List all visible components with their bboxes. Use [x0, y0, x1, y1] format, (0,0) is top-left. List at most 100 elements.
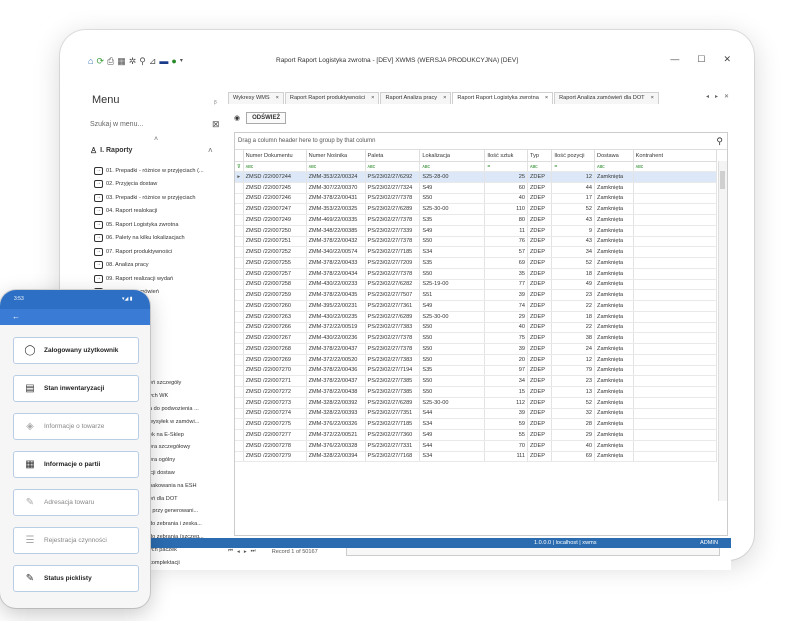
clear-search-icon[interactable]: ⊠: [212, 119, 220, 130]
menu-item[interactable]: → 01. Prepadki - różnice w przyjęciach (.…: [94, 164, 224, 178]
scroll-left-icon[interactable]: ◂: [706, 93, 709, 100]
table-row[interactable]: ZMSD /22/007259 ZMM-378/22/00435 PS/23/02/…: [235, 289, 718, 301]
column-header[interactable]: Lokalizacja: [419, 150, 486, 162]
column-header[interactable]: Ilość pozycji: [551, 150, 596, 162]
table-row[interactable]: ZMSD /22/007279 ZMM-328/22/00394 PS/23/02/…: [235, 451, 718, 463]
settings-icon[interactable]: ✲: [129, 56, 137, 66]
filter-cell[interactable]: =: [484, 161, 528, 172]
menu-item[interactable]: → 07. Raport produktywności: [94, 245, 224, 259]
tab[interactable]: Raport Raport produktywności ×: [284, 92, 380, 104]
table-row[interactable]: ZMSD /22/007245 ZMM-307/22/00370 PS/23/02/…: [235, 182, 718, 194]
table-row[interactable]: ZMSD /22/007250 ZMM-348/22/00385 PS/23/02/…: [235, 225, 718, 237]
table-row[interactable]: ZMSD /22/007272 ZMM-378/22/00438 PS/23/02/…: [235, 386, 718, 398]
table-row[interactable]: ZMSD /22/007274 ZMM-328/22/00393 PS/23/02/…: [235, 408, 718, 420]
chart-icon[interactable]: ⊿: [149, 56, 157, 66]
refresh-button[interactable]: ODŚWIEŻ: [246, 112, 287, 124]
filter-cell[interactable]: ᴀʙᴄ: [527, 161, 553, 172]
table-row[interactable]: ZMSD /22/007277 ZMM-372/22/00521 PS/23/02/…: [235, 429, 718, 441]
menu-item[interactable]: ych WK: [149, 390, 229, 403]
grid-icon[interactable]: ▦: [117, 56, 126, 66]
last-page-icon[interactable]: ⏭: [251, 548, 256, 555]
close-tab-icon[interactable]: ×: [443, 95, 446, 102]
menu-item[interactable]: era szczegółowy: [149, 441, 229, 454]
phone-menu-button[interactable]: ✎ Adresacja towaru: [13, 489, 139, 516]
menu-item[interactable]: eń szczegóły: [149, 377, 229, 390]
search-icon[interactable]: ⚲: [139, 56, 146, 66]
scroll-right-icon[interactable]: ▸: [715, 93, 718, 100]
table-row[interactable]: ZMSD /22/007270 ZMM-378/22/00436 PS/23/02/…: [235, 365, 718, 377]
chevron-up-icon[interactable]: ˄: [154, 136, 158, 143]
menu-item[interactable]: era ogólny: [149, 454, 229, 467]
flag-icon[interactable]: ▬: [159, 56, 168, 66]
column-header[interactable]: Numer Nośnika: [306, 150, 366, 162]
menu-search-input[interactable]: Szukaj w menu...: [90, 121, 143, 128]
chevron-down-icon[interactable]: ▾: [180, 57, 183, 66]
column-header[interactable]: Numer Dokumentu: [243, 150, 307, 162]
table-row[interactable]: ZMSD /22/007258 ZMM-430/22/00233 PS/23/02/…: [235, 279, 718, 291]
phone-menu-button[interactable]: ◈ Informacje o towarze: [13, 413, 139, 440]
phone-menu-button[interactable]: ✎ Status picklisty: [13, 565, 139, 592]
home-icon[interactable]: ⌂: [88, 56, 93, 66]
column-header[interactable]: Ilość sztuk: [484, 150, 528, 162]
column-header[interactable]: Kontrahent: [633, 150, 718, 162]
close-button[interactable]: ✕: [723, 54, 731, 65]
close-tab-icon[interactable]: ×: [276, 95, 279, 102]
prev-page-icon[interactable]: ◂: [237, 549, 240, 555]
horizontal-scrollbar[interactable]: [346, 547, 720, 556]
menu-item[interactable]: → 06. Palety na kilku lokalizacjach: [94, 232, 224, 246]
table-row[interactable]: ZMSD /22/007268 ZMM-378/22/00437 PS/23/02/…: [235, 343, 718, 355]
find-icon[interactable]: ⚲: [716, 133, 723, 149]
menu-item[interactable]: do zebrania i zeska...: [149, 518, 229, 531]
menu-item[interactable]: a do podwozienia ...: [149, 403, 229, 416]
table-row[interactable]: ZMSD /22/007263 ZMM-430/22/00235 PS/23/02/…: [235, 311, 718, 323]
next-page-icon[interactable]: ▸: [244, 549, 247, 555]
column-header[interactable]: Dostawa: [594, 150, 634, 162]
filter-cell[interactable]: =: [551, 161, 596, 172]
filter-cell[interactable]: ᴀʙᴄ: [365, 161, 421, 172]
menu-item[interactable]: eń dla DOT: [149, 492, 229, 505]
play-icon[interactable]: ●: [171, 56, 176, 66]
group-panel[interactable]: Drag a column header here to group by th…: [235, 133, 727, 150]
table-row[interactable]: ZMSD /22/007271 ZMM-378/22/00437 PS/23/02/…: [235, 375, 718, 387]
table-row[interactable]: ZMSD /22/007269 ZMM-372/22/00520 PS/23/02/…: [235, 354, 718, 366]
table-row[interactable]: ZMSD /22/007266 ZMM-372/22/00519 PS/23/02/…: [235, 322, 718, 334]
filter-cell[interactable]: ᴀʙᴄ: [633, 161, 718, 172]
close-tab-icon[interactable]: ✕: [724, 93, 729, 100]
menu-item[interactable]: → 05. Raport Logistyka zwrotna: [94, 218, 224, 232]
tab[interactable]: Raport Raport Logistyka zwrotna ×: [452, 92, 554, 104]
close-tab-icon[interactable]: ×: [545, 95, 548, 102]
menu-item[interactable]: ań raportów: [149, 569, 229, 570]
back-arrow-icon[interactable]: ←: [12, 312, 20, 321]
print-icon[interactable]: ⎙: [107, 56, 114, 66]
table-row[interactable]: ZMSD /22/007246 ZMM-378/22/00431 PS/23/02/…: [235, 193, 718, 205]
eye-icon[interactable]: ◉: [234, 114, 240, 122]
column-header[interactable]: Paleta: [365, 150, 421, 162]
phone-menu-button[interactable]: ☰ Rejestracja czynności: [13, 527, 139, 554]
table-row[interactable]: ZMSD /22/007252 ZMM-340/22/00574 PS/23/02/…: [235, 246, 718, 258]
filter-cell[interactable]: ᴀʙᴄ: [243, 161, 307, 172]
table-row[interactable]: ZMSD /22/007260 ZMM-395/22/00231 PS/23/02/…: [235, 300, 718, 312]
menu-item[interactable]: icji dostaw: [149, 467, 229, 480]
menu-item[interactable]: → 08. Analiza pracy: [94, 259, 224, 273]
chevron-up-icon[interactable]: ˄: [208, 146, 213, 155]
phone-menu-button[interactable]: ▤ Stan inwentaryzacji: [13, 375, 139, 402]
menu-item[interactable]: ek na E-Sklep: [149, 428, 229, 441]
filter-row[interactable]: ⊽ ᴀʙᴄ ᴀʙᴄ ᴀʙᴄ ᴀʙᴄ = ᴀʙᴄ = ᴀʙᴄ ᴀʙᴄ: [235, 161, 718, 172]
menu-item[interactable]: → 04. Raport realokacji: [94, 205, 224, 219]
table-row[interactable]: ZMSD /22/007251 ZMM-378/22/00432 PS/23/02/…: [235, 236, 718, 248]
column-header[interactable]: Typ: [527, 150, 553, 162]
table-row[interactable]: ▸ ZMSD /22/007244 ZMM-353/22/00324 PS/23/02…: [235, 171, 718, 183]
menu-item[interactable]: komplektacji: [149, 556, 229, 569]
phone-menu-button[interactable]: ▦ Informacje o partii: [13, 451, 139, 478]
menu-item[interactable]: → 03. Prepadki - różnice w przyjęciach: [94, 191, 224, 205]
table-row[interactable]: ZMSD /22/007278 ZMM-376/22/00328 PS/23/02/…: [235, 440, 718, 452]
filter-cell[interactable]: ᴀʙᴄ: [306, 161, 366, 172]
menu-item[interactable]: pakowania na ESH: [149, 479, 229, 492]
table-row[interactable]: ZMSD /22/007267 ZMM-430/22/00236 PS/23/02/…: [235, 332, 718, 344]
menu-item[interactable]: wysyłek w zamówi...: [149, 415, 229, 428]
menu-item[interactable]: → 09. Raport realizacji wydań: [94, 272, 224, 286]
menu-item[interactable]: → 02. Przyjęcia dostaw: [94, 178, 224, 192]
scrollbar-thumb[interactable]: [720, 171, 725, 189]
vertical-scrollbar[interactable]: [718, 161, 727, 501]
table-row[interactable]: ZMSD /22/007257 ZMM-378/22/00434 PS/23/02/…: [235, 268, 718, 280]
